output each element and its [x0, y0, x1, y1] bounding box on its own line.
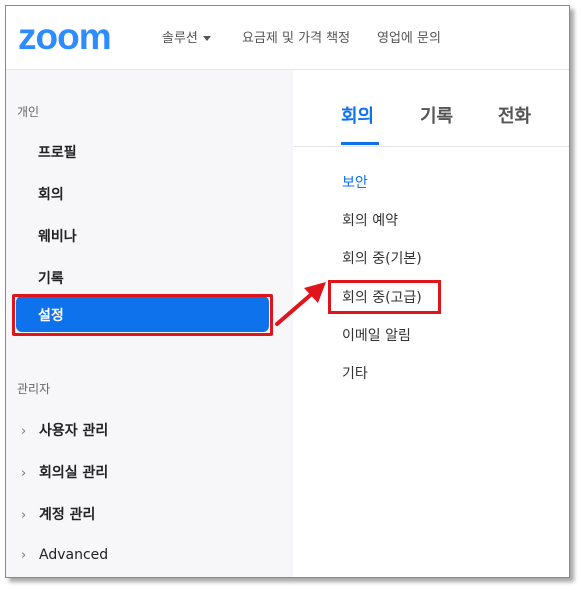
sidebar-item-account-management[interactable]: › 계정 관리: [21, 504, 95, 524]
sidebar-item-label: Advanced: [39, 547, 109, 563]
chevron-right-icon: ›: [21, 466, 27, 481]
sidebar-item-label: 사용자 관리: [39, 423, 109, 439]
highlight-box-advanced: [328, 280, 441, 314]
settings-panel: 회의 기록 전화 보안 회의 예약 회의 중(기본) 회의 중(고급) 이메일 …: [293, 70, 569, 577]
subnav-email-notification[interactable]: 이메일 알림: [342, 325, 411, 345]
sidebar-item-meetings[interactable]: 회의: [38, 184, 64, 204]
zoom-logo[interactable]: zoom: [18, 16, 112, 58]
sidebar-item-room-management[interactable]: › 회의실 관리: [21, 462, 108, 482]
subnav-security[interactable]: 보안: [342, 172, 368, 192]
caret-down-icon: [202, 36, 211, 41]
subnav-other[interactable]: 기타: [342, 363, 368, 383]
nav-pricing-link[interactable]: 요금제 및 가격 책정: [242, 27, 350, 46]
sidebar-item-recordings[interactable]: 기록: [38, 268, 64, 288]
nav-contact-sales-link[interactable]: 영업에 문의: [377, 27, 441, 46]
sidebar-section-personal: 개인: [17, 105, 40, 119]
sidebar-item-profile[interactable]: 프로필: [38, 142, 77, 162]
subnav-in-meeting-basic[interactable]: 회의 중(기본): [342, 248, 422, 268]
active-tab-indicator: [341, 142, 379, 145]
chevron-right-icon: ›: [21, 424, 27, 439]
highlight-box-settings: [12, 294, 273, 336]
sidebar: 개인 프로필 회의 웨비나 기록 설정 관리자 › 사용자 관리 › 회의실 관리 …: [6, 70, 293, 577]
sidebar-section-admin: 관리자: [17, 382, 51, 396]
sidebar-item-webinars[interactable]: 웨비나: [38, 226, 77, 246]
subnav-schedule-meeting[interactable]: 회의 예약: [342, 210, 398, 230]
sidebar-item-advanced[interactable]: › Advanced: [21, 547, 108, 563]
settings-tabs: 회의 기록 전화: [293, 70, 569, 147]
tab-meeting[interactable]: 회의: [341, 102, 374, 128]
sidebar-item-label: 회의실 관리: [39, 465, 109, 481]
annotation-arrow-icon: [275, 282, 326, 326]
nav-solutions-label: 솔루션: [162, 31, 198, 46]
tab-phone[interactable]: 전화: [498, 102, 531, 128]
chevron-right-icon: ›: [21, 548, 27, 563]
sidebar-item-user-management[interactable]: › 사용자 관리: [21, 420, 108, 440]
chevron-right-icon: ›: [21, 508, 27, 523]
app-window: zoom 솔루션 요금제 및 가격 책정 영업에 문의 개인 프로필 회의 웨비…: [5, 5, 570, 578]
nav-solutions-menu[interactable]: 솔루션: [162, 27, 211, 46]
sidebar-item-label: 계정 관리: [39, 507, 96, 523]
tab-recording[interactable]: 기록: [420, 102, 453, 128]
top-header: zoom 솔루션 요금제 및 가격 책정 영업에 문의: [6, 6, 569, 70]
